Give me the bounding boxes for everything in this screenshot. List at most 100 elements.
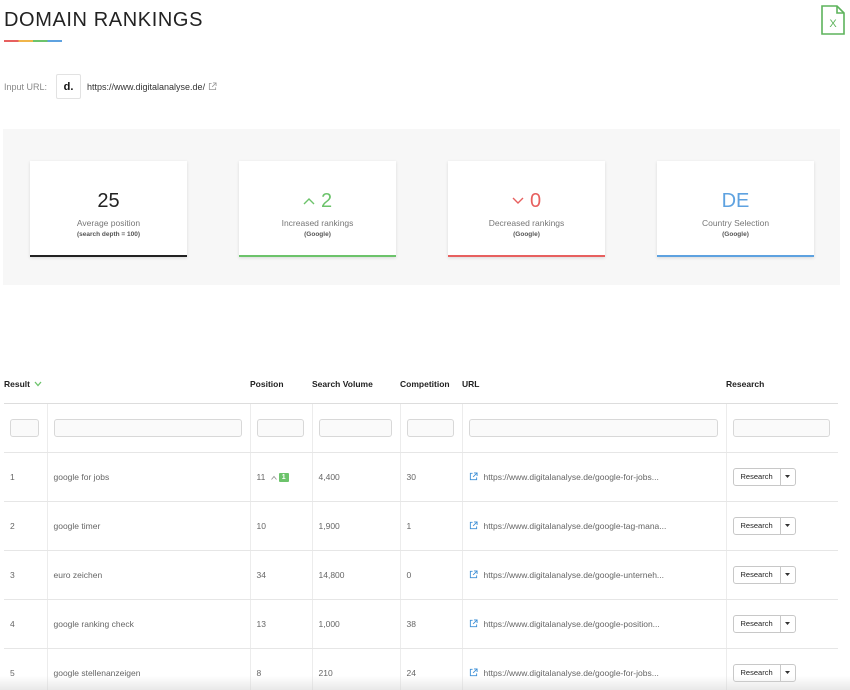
stat-label: Decreased rankings [488, 218, 565, 228]
external-link-icon[interactable] [469, 521, 478, 530]
input-url-link[interactable]: https://www.digitalanalyse.de/ [87, 82, 205, 92]
row-volume: 14,800 [312, 550, 401, 600]
external-link-icon[interactable] [208, 82, 217, 91]
filter-competition-input[interactable] [406, 418, 454, 437]
stat-card-decreased-rankings: 0 Decreased rankings (Google) [448, 161, 605, 257]
row-index: 4 [4, 599, 48, 649]
stat-bar [239, 255, 396, 257]
stat-value: DE [721, 189, 750, 212]
row-volume: 4,400 [312, 452, 401, 502]
research-dropdown[interactable] [781, 469, 795, 485]
caret-down-icon [785, 524, 791, 527]
row-competition: 38 [400, 599, 463, 649]
row-position: 34 [250, 550, 313, 600]
research-button-group: Research [732, 467, 796, 486]
stat-card-country-selection: DE Country Selection (Google) [657, 161, 814, 257]
title-underline [4, 40, 62, 42]
caret-down-icon [785, 573, 791, 576]
position-change-badge: 1 [278, 472, 289, 482]
header-research: Research [726, 366, 839, 404]
row-url[interactable]: https://www.digitalanalyse.de/google-unt… [484, 570, 665, 580]
header-position[interactable]: Position [250, 366, 313, 404]
external-link-icon[interactable] [469, 570, 478, 579]
row-competition: 0 [400, 550, 463, 600]
research-button[interactable]: Research [734, 615, 781, 632]
stat-sub: (Google) [304, 231, 331, 238]
stat-bar [657, 255, 814, 257]
filter-keyword-input[interactable] [53, 418, 242, 437]
row-position: 10 [250, 501, 313, 551]
row-competition: 30 [400, 452, 463, 502]
row-keyword: google timer [47, 501, 251, 551]
research-button[interactable]: Research [734, 468, 781, 485]
stat-card-average-position: 25 Average position (search depth = 100) [30, 161, 187, 257]
row-keyword: google ranking check [47, 599, 251, 649]
row-position: 13 [250, 599, 313, 649]
stat-label: Increased rankings [281, 218, 354, 228]
table-row: 3 euro zeichen 34 14,800 0 https://www.d… [4, 550, 839, 600]
row-keyword: euro zeichen [47, 550, 251, 600]
filter-url-input[interactable] [468, 418, 718, 437]
row-competition: 1 [400, 501, 463, 551]
row-volume: 1,900 [312, 501, 401, 551]
filter-result-input[interactable] [10, 418, 39, 437]
row-index: 1 [4, 452, 48, 502]
filter-row [4, 403, 839, 453]
research-dropdown[interactable] [781, 616, 795, 632]
chevron-down-icon[interactable] [34, 381, 42, 387]
stat-sub: (Google) [513, 231, 540, 238]
arrow-down-icon [512, 197, 524, 204]
stat-value: 2 [239, 189, 396, 213]
stat-value: 25 [97, 189, 120, 212]
stat-sub: (Google) [722, 231, 749, 238]
research-button[interactable]: Research [734, 566, 781, 583]
table-row: 1 google for jobs 11 1 4,400 30 https://… [4, 452, 839, 502]
rankings-table: Result Position Search Volume Competitio… [4, 366, 839, 690]
research-button-group: Research [732, 516, 796, 535]
row-index: 2 [4, 501, 48, 551]
stat-label: Average position [76, 218, 141, 228]
stat-bar [30, 255, 187, 257]
caret-down-icon [785, 622, 791, 625]
site-logo: d. [56, 74, 81, 99]
row-index: 3 [4, 550, 48, 600]
research-button-group: Research [732, 614, 796, 633]
research-dropdown[interactable] [781, 518, 795, 534]
row-position: 11 1 [250, 452, 313, 502]
table-header-row: Result Position Search Volume Competitio… [4, 366, 839, 404]
stat-card-increased-rankings: 2 Increased rankings (Google) [239, 161, 396, 257]
filter-research-input[interactable] [732, 418, 831, 437]
caret-down-icon [785, 671, 791, 674]
row-url[interactable]: https://www.digitalanalyse.de/google-tag… [484, 521, 667, 531]
page-title: DOMAIN RANKINGS [4, 9, 204, 31]
arrow-up-icon [303, 198, 315, 205]
position-change: 1 [270, 472, 289, 482]
row-url[interactable]: https://www.digitalanalyse.de/google-pos… [484, 619, 660, 629]
filter-volume-input[interactable] [318, 418, 392, 437]
research-dropdown[interactable] [781, 567, 795, 583]
row-volume: 1,000 [312, 599, 401, 649]
row-url[interactable]: https://www.digitalanalyse.de/google-for… [484, 472, 659, 482]
research-button-group: Research [732, 565, 796, 584]
row-keyword: google for jobs [47, 452, 251, 502]
stat-label: Country Selection [701, 218, 770, 228]
caret-down-icon [785, 475, 791, 478]
stat-bar [448, 255, 605, 257]
research-button[interactable]: Research [734, 517, 781, 534]
table-row: 4 google ranking check 13 1,000 38 https… [4, 599, 839, 649]
input-url-label: Input URL: [4, 81, 48, 92]
input-url-row: Input URL: d. https://www.digitalanalyse… [4, 74, 217, 99]
table-row: 2 google timer 10 1,900 1 https://www.di… [4, 501, 839, 551]
bottom-fade [0, 676, 850, 690]
header-result[interactable]: Result [4, 366, 251, 404]
arrow-up-icon [270, 475, 277, 480]
header-search-volume[interactable]: Search Volume [312, 366, 401, 404]
svg-text:X: X [829, 18, 837, 30]
external-link-icon[interactable] [469, 619, 478, 628]
external-link-icon[interactable] [469, 472, 478, 481]
header-competition[interactable]: Competition [400, 366, 463, 404]
header-url[interactable]: URL [462, 366, 727, 404]
stat-sub: (search depth = 100) [76, 231, 141, 238]
excel-icon[interactable]: X [820, 5, 846, 35]
filter-position-input[interactable] [256, 418, 304, 437]
